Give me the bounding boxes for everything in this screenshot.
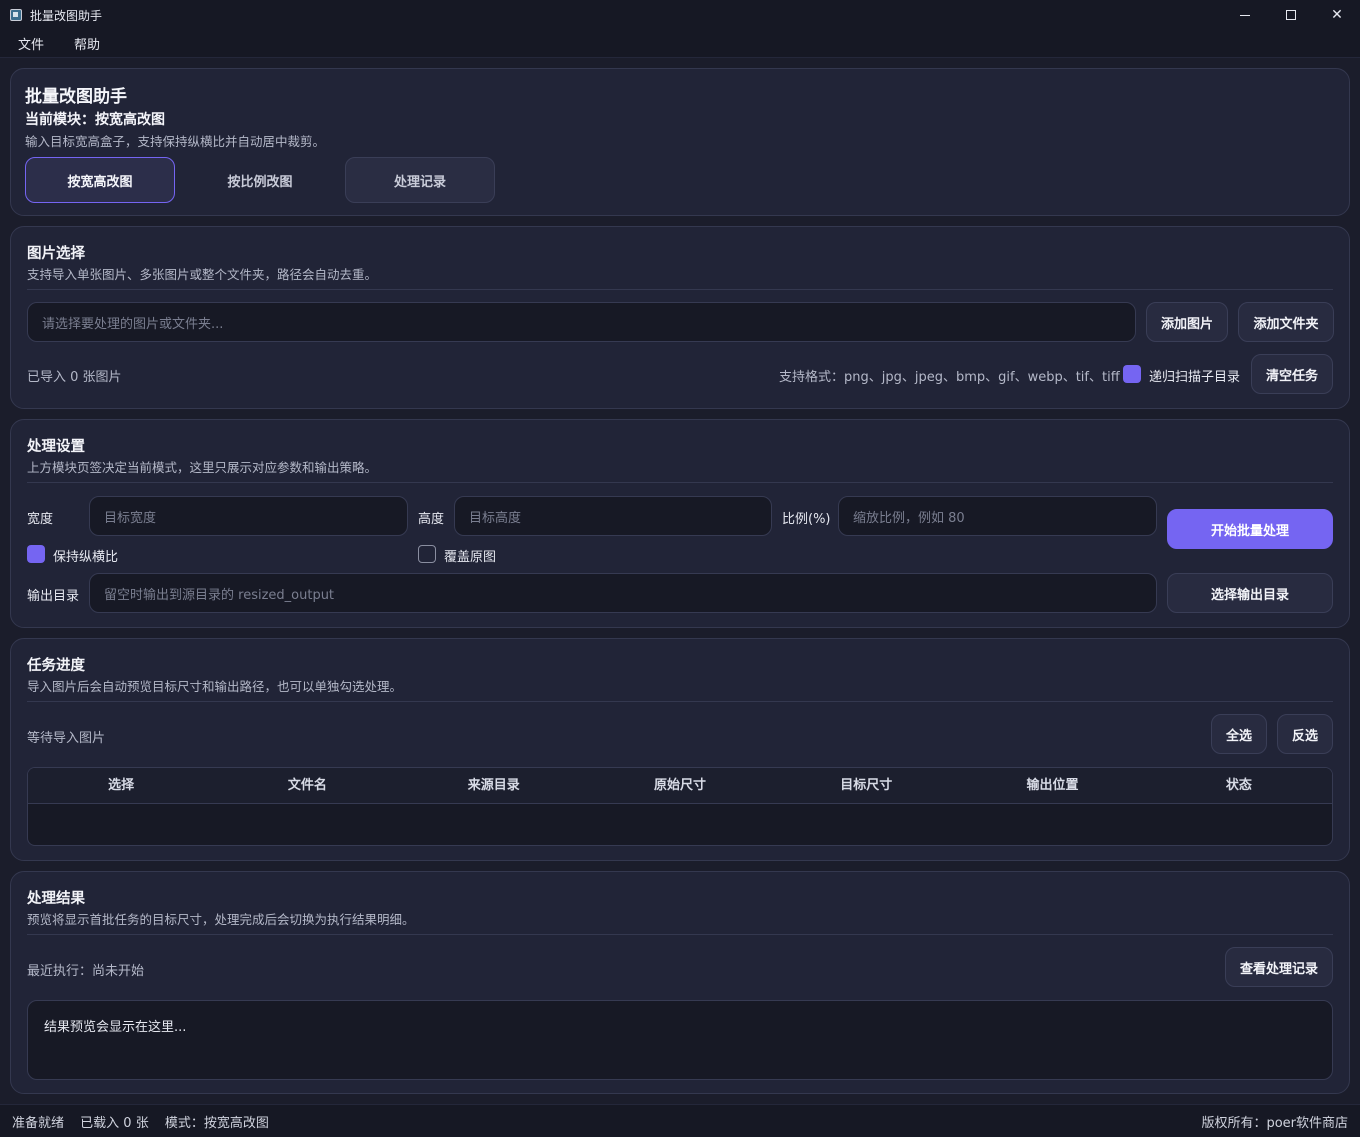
app-icon [10, 9, 22, 21]
view-records-button[interactable]: 查看处理记录 [1225, 947, 1333, 987]
status-loaded: 已载入 0 张 [80, 1115, 149, 1131]
overwrite-checkbox[interactable] [418, 545, 436, 563]
column-header-select[interactable]: 选择 [28, 768, 214, 803]
last-run-status: 最近执行：尚未开始 [27, 964, 145, 979]
column-header-original-size[interactable]: 原始尺寸 [587, 768, 773, 803]
minimize-icon [1240, 14, 1250, 16]
result-desc: 预览将显示首批任务的目标尺寸，处理完成后会切换为执行结果明细。 [27, 912, 415, 927]
column-header-target-size[interactable]: 目标尺寸 [773, 768, 959, 803]
settings-card: 处理设置 上方模块页签决定当前模式，这里只展示对应参数和输出策略。 宽度 目标宽… [10, 419, 1350, 628]
status-ready: 准备就绪 [12, 1115, 65, 1131]
choose-output-button[interactable]: 选择输出目录 [1167, 573, 1333, 613]
menu-file[interactable]: 文件 [18, 34, 44, 53]
recursive-checkbox[interactable] [1123, 365, 1141, 383]
tab-records[interactable]: 处理记录 [345, 157, 495, 203]
start-batch-button[interactable]: 开始批量处理 [1167, 509, 1333, 549]
minimize-button[interactable] [1222, 0, 1268, 30]
close-button[interactable]: ✕ [1314, 0, 1360, 30]
path-input[interactable]: 请选择要处理的图片或文件夹... [27, 302, 1136, 342]
height-label: 高度 [418, 512, 445, 527]
ratio-label: 比例(%) [782, 512, 831, 527]
tab-resize-by-size[interactable]: 按宽高改图 [25, 157, 175, 203]
keep-ratio-checkbox[interactable] [27, 545, 45, 563]
menu-help[interactable]: 帮助 [74, 34, 100, 53]
tab-resize-by-ratio[interactable]: 按比例改图 [185, 157, 335, 203]
progress-title: 任务进度 [27, 658, 85, 674]
title-bar: 批量改图助手 ✕ [0, 0, 1360, 30]
status-mode: 模式：按宽高改图 [164, 1115, 269, 1131]
divider [27, 934, 1333, 935]
image-select-card: 图片选择 支持导入单张图片、多张图片或整个文件夹，路径会自动去重。 请选择要处理… [10, 226, 1350, 409]
result-card: 处理结果 预览将显示首批任务的目标尺寸，处理完成后会切换为执行结果明细。 最近执… [10, 871, 1350, 1094]
ratio-input[interactable]: 缩放比例，例如 80 [838, 496, 1157, 536]
column-header-output-location[interactable]: 输出位置 [959, 768, 1145, 803]
progress-status: 等待导入图片 [27, 731, 106, 746]
column-header-source-dir[interactable]: 来源目录 [401, 768, 587, 803]
status-bar: 准备就绪 已载入 0 张 模式：按宽高改图 版权所有：poer软件商店 [0, 1104, 1360, 1137]
add-folder-button[interactable]: 添加文件夹 [1238, 302, 1334, 342]
copyright: 版权所有：poer软件商店 [1201, 1115, 1348, 1131]
current-module: 当前模块：按宽高改图 [25, 112, 165, 128]
width-input[interactable]: 目标宽度 [89, 496, 408, 536]
output-dir-input[interactable]: 留空时输出到源目录的 resized_output [89, 573, 1157, 613]
invert-selection-button[interactable]: 反选 [1277, 714, 1333, 754]
status-left: 准备就绪 已载入 0 张 模式：按宽高改图 [12, 1112, 281, 1131]
maximize-button[interactable] [1268, 0, 1314, 30]
app-heading: 批量改图助手 [25, 87, 127, 107]
keep-ratio-label: 保持纵横比 [53, 550, 119, 565]
image-select-title: 图片选择 [27, 246, 85, 262]
add-images-button[interactable]: 添加图片 [1146, 302, 1228, 342]
imported-count: 已导入 0 张图片 [27, 370, 122, 385]
window-controls: ✕ [1222, 0, 1360, 30]
progress-card: 任务进度 导入图片后会自动预览目标尺寸和输出路径，也可以单独勾选处理。 等待导入… [10, 638, 1350, 861]
result-title: 处理结果 [27, 891, 85, 907]
settings-title: 处理设置 [27, 439, 85, 455]
divider [27, 289, 1333, 290]
settings-desc: 上方模块页签决定当前模式，这里只展示对应参数和输出策略。 [27, 460, 378, 475]
menu-bar: 文件 帮助 [0, 30, 1360, 58]
supported-formats: 支持格式：png、jpg、jpeg、bmp、gif、webp、tif、tiff [779, 370, 1120, 385]
divider [27, 701, 1333, 702]
progress-desc: 导入图片后会自动预览目标尺寸和输出路径，也可以单独勾选处理。 [27, 679, 403, 694]
column-header-status[interactable]: 状态 [1146, 768, 1332, 803]
column-header-filename[interactable]: 文件名 [214, 768, 400, 803]
recursive-label: 递归扫描子目录 [1149, 370, 1241, 385]
maximize-icon [1286, 10, 1296, 20]
header-card: 批量改图助手 当前模块：按宽高改图 输入目标宽高盒子，支持保持纵横比并自动居中裁… [10, 68, 1350, 216]
result-preview[interactable]: 结果预览会显示在这里... [27, 1000, 1333, 1080]
select-all-button[interactable]: 全选 [1211, 714, 1267, 754]
height-input[interactable]: 目标高度 [454, 496, 772, 536]
task-table: 选择 文件名 来源目录 原始尺寸 目标尺寸 输出位置 状态 [27, 767, 1333, 846]
header-desc: 输入目标宽高盒子，支持保持纵横比并自动居中裁剪。 [25, 134, 326, 149]
clear-tasks-button[interactable]: 清空任务 [1251, 354, 1333, 394]
window-title: 批量改图助手 [30, 8, 103, 23]
output-label: 输出目录 [27, 589, 80, 604]
image-select-desc: 支持导入单张图片、多张图片或整个文件夹，路径会自动去重。 [27, 267, 378, 282]
width-label: 宽度 [27, 512, 54, 527]
overwrite-label: 覆盖原图 [444, 550, 497, 565]
close-icon: ✕ [1331, 7, 1343, 23]
table-header: 选择 文件名 来源目录 原始尺寸 目标尺寸 输出位置 状态 [28, 768, 1332, 804]
divider [27, 482, 1333, 483]
